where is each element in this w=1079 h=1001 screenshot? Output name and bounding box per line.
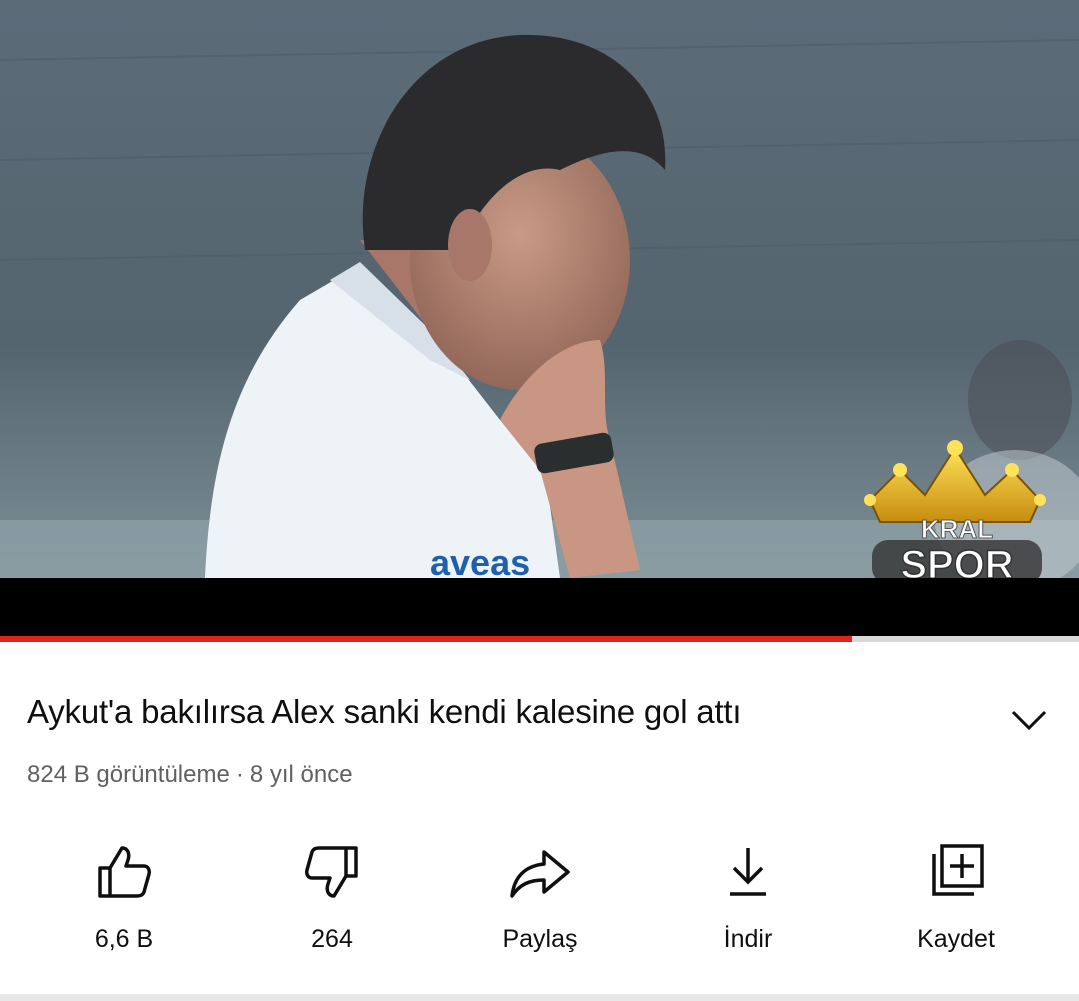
like-count: 6,6 B bbox=[94, 925, 154, 953]
like-button[interactable]: 6,6 B bbox=[44, 830, 204, 970]
download-icon bbox=[730, 848, 766, 896]
action-bar: 6,6 B 264 Paylaş İndir Kaydet bbox=[0, 830, 1079, 970]
share-label: Paylaş bbox=[502, 925, 578, 953]
thumbs-up-icon bbox=[98, 846, 151, 898]
save-label: Kaydet bbox=[917, 925, 995, 953]
upload-age: 8 yıl önce bbox=[249, 761, 353, 788]
save-playlist-icon bbox=[932, 844, 984, 896]
video-frame: aveas KRAL SPOR bbox=[0, 0, 1079, 578]
meta-separator: · bbox=[235, 761, 244, 788]
shirt-sponsor-text: aveas bbox=[430, 542, 530, 578]
share-button[interactable]: Paylaş bbox=[460, 830, 620, 970]
video-meta: 824 B görüntüleme · 8 yıl önce bbox=[27, 758, 353, 792]
download-label: İndir bbox=[723, 925, 773, 953]
dislike-button[interactable]: 264 bbox=[252, 830, 412, 970]
save-button[interactable]: Kaydet bbox=[876, 830, 1036, 970]
download-button[interactable]: İndir bbox=[668, 830, 828, 970]
video-title: Aykut'a bakılırsa Alex sanki kendi kales… bbox=[27, 693, 742, 730]
expand-description-button[interactable] bbox=[1006, 700, 1052, 740]
player-letterbox bbox=[0, 578, 1079, 636]
video-progress-bar[interactable] bbox=[0, 636, 1079, 642]
thumbs-down-icon bbox=[305, 846, 358, 898]
video-player[interactable]: aveas KRAL SPOR bbox=[0, 0, 1079, 636]
watermark-top-text: KRAL bbox=[921, 514, 993, 544]
video-progress-fill bbox=[0, 636, 853, 642]
dislike-count: 264 bbox=[311, 925, 353, 953]
view-count: 824 B görüntüleme bbox=[27, 761, 230, 788]
bottom-divider bbox=[0, 994, 1079, 1001]
share-icon bbox=[510, 850, 570, 898]
chevron-down-icon bbox=[1011, 710, 1047, 731]
watermark-bottom-text: SPOR bbox=[900, 543, 1013, 578]
